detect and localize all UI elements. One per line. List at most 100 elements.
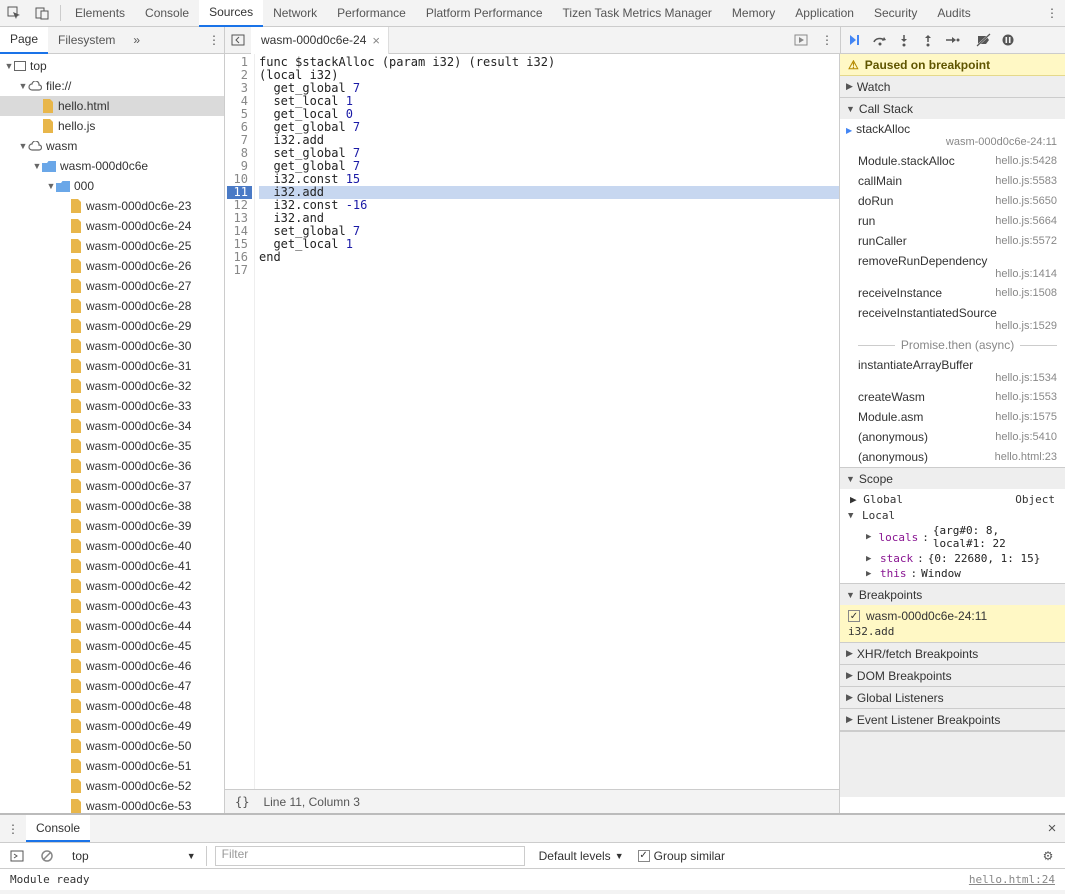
tree-item[interactable]: wasm-000d0c6e-30 (0, 336, 224, 356)
tree-item[interactable]: wasm-000d0c6e-33 (0, 396, 224, 416)
tree-item[interactable]: wasm-000d0c6e-51 (0, 756, 224, 776)
code-line[interactable]: get_global 7 (259, 121, 839, 134)
drawer-kebab-icon[interactable]: ⋮ (0, 822, 26, 836)
stack-frame[interactable]: receiveInstancehello.js:1508 (840, 283, 1065, 303)
filesystem-tab[interactable]: Filesystem (48, 27, 125, 54)
resume-button[interactable] (845, 29, 867, 51)
deactivate-bp-button[interactable] (973, 29, 995, 51)
stack-frame[interactable]: runhello.js:5664 (840, 211, 1065, 231)
tree-item[interactable]: wasm-000d0c6e-41 (0, 556, 224, 576)
tree-item[interactable]: wasm-000d0c6e-48 (0, 696, 224, 716)
tree-item[interactable]: wasm-000d0c6e-35 (0, 436, 224, 456)
top-tab-application[interactable]: Application (785, 0, 864, 27)
scope-locals[interactable]: ▶locals: {arg#0: 8, local#1: 22 (840, 523, 1065, 551)
breakpoint-item[interactable]: ✓wasm-000d0c6e-24:11 i32.add (840, 605, 1065, 642)
nav-toggle-icon[interactable] (225, 27, 251, 54)
page-tab[interactable]: Page (0, 27, 48, 54)
stack-frame[interactable]: (anonymous)hello.js:5410 (840, 427, 1065, 447)
stack-frame[interactable]: removeRunDependencyhello.js:1414 (840, 251, 1065, 283)
console-sidebar-icon[interactable] (6, 845, 28, 867)
tree-item[interactable]: wasm-000d0c6e-23 (0, 196, 224, 216)
stack-frame[interactable]: Module.asmhello.js:1575 (840, 407, 1065, 427)
bp-checkbox[interactable]: ✓ (848, 610, 860, 622)
scope-header[interactable]: ▼Scope (840, 468, 1065, 489)
code-line[interactable]: i32.const 15 (259, 173, 839, 186)
stack-frame[interactable]: doRunhello.js:5650 (840, 191, 1065, 211)
step-out-button[interactable] (917, 29, 939, 51)
drawer-close-icon[interactable]: × (1039, 820, 1065, 837)
filter-input[interactable]: Filter (215, 846, 525, 866)
stack-frame[interactable]: receiveInstantiatedSourcehello.js:1529 (840, 303, 1065, 335)
console-tab[interactable]: Console (26, 815, 90, 842)
top-tab-network[interactable]: Network (263, 0, 327, 27)
code-line[interactable] (259, 264, 839, 277)
step-button[interactable] (941, 29, 963, 51)
top-tab-platform-performance[interactable]: Platform Performance (416, 0, 553, 27)
tree-item[interactable]: wasm-000d0c6e-38 (0, 496, 224, 516)
top-tab-tizen-task-metrics-manager[interactable]: Tizen Task Metrics Manager (553, 0, 722, 27)
tree-file-scheme[interactable]: ▼file:// (0, 76, 224, 96)
stack-frame[interactable]: runCallerhello.js:5572 (840, 231, 1065, 251)
xhr-bp-header[interactable]: ▶XHR/fetch Breakpoints (840, 643, 1065, 664)
top-tab-memory[interactable]: Memory (722, 0, 785, 27)
scope-this[interactable]: ▶this: Window (840, 566, 1065, 581)
open-file-tab[interactable]: wasm-000d0c6e-24 × (251, 27, 389, 54)
dom-bp-header[interactable]: ▶DOM Breakpoints (840, 665, 1065, 686)
top-tab-performance[interactable]: Performance (327, 0, 416, 27)
tree-item[interactable]: wasm-000d0c6e-34 (0, 416, 224, 436)
tree-item[interactable]: wasm-000d0c6e-27 (0, 276, 224, 296)
tree-item[interactable]: wasm-000d0c6e-39 (0, 516, 224, 536)
tree-item[interactable]: wasm-000d0c6e-29 (0, 316, 224, 336)
scope-local[interactable]: ▼Local (840, 508, 1065, 523)
scope-stack[interactable]: ▶stack: {0: 22680, 1: 15} (840, 551, 1065, 566)
global-listeners-header[interactable]: ▶Global Listeners (840, 687, 1065, 708)
tree-item[interactable]: wasm-000d0c6e-42 (0, 576, 224, 596)
tree-item[interactable]: wasm-000d0c6e-49 (0, 716, 224, 736)
stack-frame[interactable]: createWasmhello.js:1553 (840, 387, 1065, 407)
console-settings-icon[interactable]: ⚙ (1037, 849, 1059, 863)
tree-item[interactable]: wasm-000d0c6e-50 (0, 736, 224, 756)
tree-item[interactable]: wasm-000d0c6e-53 (0, 796, 224, 813)
tree-000[interactable]: ▼000 (0, 176, 224, 196)
right-hscroll[interactable] (840, 797, 1065, 813)
tree-item[interactable]: wasm-000d0c6e-31 (0, 356, 224, 376)
levels-dropdown[interactable]: Default levels▼ (533, 846, 630, 866)
stack-frame[interactable]: callMainhello.js:5583 (840, 171, 1065, 191)
tree-item[interactable]: wasm-000d0c6e-26 (0, 256, 224, 276)
clear-console-icon[interactable] (36, 845, 58, 867)
callstack-header[interactable]: ▼Call Stack (840, 98, 1065, 119)
pause-exceptions-button[interactable] (997, 29, 1019, 51)
top-tab-elements[interactable]: Elements (65, 0, 135, 27)
device-toggle-icon[interactable] (28, 0, 56, 27)
scope-global[interactable]: ▶ GlobalObject (840, 491, 1065, 508)
tree-item[interactable]: wasm-000d0c6e-36 (0, 456, 224, 476)
tree-hello-html[interactable]: hello.html (0, 96, 224, 116)
pretty-print-icon[interactable]: {} (235, 795, 249, 809)
close-file-icon[interactable]: × (372, 33, 380, 48)
tree-top[interactable]: ▼top (0, 56, 224, 76)
tree-item[interactable]: wasm-000d0c6e-37 (0, 476, 224, 496)
code-line[interactable]: func $stackAlloc (param i32) (result i32… (259, 56, 839, 69)
group-similar-checkbox[interactable]: ✓Group similar (638, 849, 725, 863)
tree-item[interactable]: wasm-000d0c6e-40 (0, 536, 224, 556)
top-tab-console[interactable]: Console (135, 0, 199, 27)
inspect-icon[interactable] (0, 0, 28, 27)
console-source-link[interactable]: hello.html:24 (969, 873, 1055, 886)
tree-item[interactable]: wasm-000d0c6e-25 (0, 236, 224, 256)
stack-frame[interactable]: Module.stackAllochello.js:5428 (840, 151, 1065, 171)
tree-item[interactable]: wasm-000d0c6e-52 (0, 776, 224, 796)
tree-item[interactable]: wasm-000d0c6e-28 (0, 296, 224, 316)
step-into-button[interactable] (893, 29, 915, 51)
code-line[interactable]: end (259, 251, 839, 264)
code-line[interactable]: get_local 1 (259, 238, 839, 251)
tree-wasm[interactable]: ▼wasm (0, 136, 224, 156)
tree-item[interactable]: wasm-000d0c6e-24 (0, 216, 224, 236)
tree-item[interactable]: wasm-000d0c6e-47 (0, 676, 224, 696)
run-snippet-icon[interactable] (788, 27, 814, 54)
top-tab-security[interactable]: Security (864, 0, 927, 27)
tree-item[interactable]: wasm-000d0c6e-44 (0, 616, 224, 636)
left-more-icon[interactable]: » (125, 33, 148, 47)
top-tab-audits[interactable]: Audits (927, 0, 980, 27)
tree-hello-js[interactable]: hello.js (0, 116, 224, 136)
tree-item[interactable]: wasm-000d0c6e-45 (0, 636, 224, 656)
